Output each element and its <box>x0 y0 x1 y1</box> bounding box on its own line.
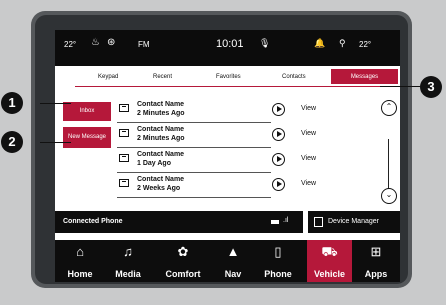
scroll-up-button[interactable]: ⌃ <box>381 100 397 116</box>
signal-icon: .ıl <box>283 217 289 224</box>
scroll-down-button[interactable]: ⌄ <box>381 188 397 204</box>
callout-badge: 1 <box>1 92 23 114</box>
inbox-button[interactable]: Inbox <box>63 102 111 121</box>
contact-name: Contact Name <box>137 176 185 183</box>
row-divider <box>117 122 271 123</box>
tab-contacts[interactable]: Contacts <box>282 74 306 80</box>
phone-settings-icon <box>314 217 323 227</box>
message-icon <box>119 179 129 187</box>
seat-fan-icon: ✿ <box>177 244 189 259</box>
play-icon[interactable] <box>272 103 285 116</box>
message-icon <box>119 104 129 112</box>
nav-vehicle[interactable]: ⛟ Vehicle <box>307 240 352 282</box>
nav-label: Phone <box>264 269 292 279</box>
phone-icon: ▯ <box>274 244 282 259</box>
new-message-button[interactable]: New Message <box>63 127 111 148</box>
nav-phone[interactable]: ▯ Phone <box>255 240 301 282</box>
row-divider <box>117 147 271 148</box>
message-row[interactable]: Contact Name 2 Minutes Ago View <box>117 101 389 125</box>
nav-apps[interactable]: ⊞ Apps <box>354 240 398 282</box>
notification-bell-icon[interactable]: 🔔 <box>314 38 325 49</box>
nav-label: Apps <box>364 269 388 279</box>
microphone-icon[interactable]: 🎙 <box>259 38 270 49</box>
apps-grid-icon: ⊞ <box>370 244 382 259</box>
message-time: 1 Day Ago <box>137 160 171 167</box>
heated-wheel-icon[interactable]: ⊛ <box>107 37 115 48</box>
heated-seat-icon[interactable]: ♨ <box>91 37 100 48</box>
message-icon <box>119 154 129 162</box>
temp-right: 22° <box>359 40 372 49</box>
message-time: 2 Minutes Ago <box>137 110 185 117</box>
tab-favorites[interactable]: Favorites <box>216 74 241 80</box>
message-time: 2 Weeks Ago <box>137 185 181 192</box>
tab-keypad[interactable]: Keypad <box>98 74 118 80</box>
nav-home[interactable]: ⌂ Home <box>57 240 103 282</box>
status-bar: 22° ♨ ⊛ FM 10:01 🎙 🔔 ⚲ 22° <box>55 30 400 66</box>
play-icon[interactable] <box>272 178 285 191</box>
temp-left: 22° <box>64 40 77 49</box>
nav-label: Comfort <box>165 269 201 279</box>
message-row[interactable]: Contact Name 2 Weeks Ago View <box>117 176 389 200</box>
nav-media[interactable]: ♫ Media <box>105 240 151 282</box>
battery-icon <box>271 220 279 224</box>
radio-band: FM <box>138 40 150 49</box>
nav-label: Nav <box>224 269 242 279</box>
connected-phone-label: Connected Phone <box>63 218 123 225</box>
nav-label: Vehicle <box>313 269 346 279</box>
contact-name: Contact Name <box>137 126 185 133</box>
message-time: 2 Minutes Ago <box>137 135 185 142</box>
callout-line <box>380 86 420 87</box>
nav-nav[interactable]: ▲ Nav <box>213 240 253 282</box>
message-icon <box>119 129 129 137</box>
play-icon[interactable] <box>272 128 285 141</box>
tab-divider <box>75 86 398 87</box>
callout-line <box>40 142 71 143</box>
view-button[interactable]: View <box>301 130 316 137</box>
tab-messages[interactable]: Messages <box>331 69 398 84</box>
bottom-nav: ⌂ Home ♫ Media ✿ Comfort ▲ Nav ▯ Phone ⛟… <box>55 240 400 282</box>
home-icon: ⌂ <box>76 244 84 259</box>
nav-label: Home <box>67 269 93 279</box>
clock: 10:01 <box>216 38 244 50</box>
music-note-icon: ♫ <box>123 244 133 259</box>
view-button[interactable]: View <box>301 105 316 112</box>
device-manager-label: Device Manager <box>328 218 379 225</box>
play-icon[interactable] <box>272 153 285 166</box>
car-icon: ⛟ <box>321 244 338 259</box>
row-divider <box>117 172 271 173</box>
callout-badge: 2 <box>1 131 23 153</box>
view-button[interactable]: View <box>301 180 316 187</box>
device-manager-button[interactable]: Device Manager <box>308 211 400 233</box>
view-button[interactable]: View <box>301 155 316 162</box>
callout-line <box>40 103 71 104</box>
message-row[interactable]: Contact Name 2 Minutes Ago View <box>117 126 389 150</box>
contact-name: Contact Name <box>137 151 185 158</box>
message-row[interactable]: Contact Name 1 Day Ago View <box>117 151 389 175</box>
seat-icon[interactable]: ⚲ <box>339 38 346 49</box>
nav-label: Media <box>115 269 141 279</box>
connected-phone-bar[interactable]: Connected Phone .ıl <box>55 211 303 233</box>
tab-recent[interactable]: Recent <box>153 74 172 80</box>
row-divider <box>117 197 271 198</box>
nav-comfort[interactable]: ✿ Comfort <box>155 240 211 282</box>
callout-badge: 3 <box>420 76 442 98</box>
navigation-arrow-icon: ▲ <box>226 244 240 259</box>
contact-name: Contact Name <box>137 101 185 108</box>
touchscreen: 22° ♨ ⊛ FM 10:01 🎙 🔔 ⚲ 22° Keypad Recent… <box>55 30 400 282</box>
